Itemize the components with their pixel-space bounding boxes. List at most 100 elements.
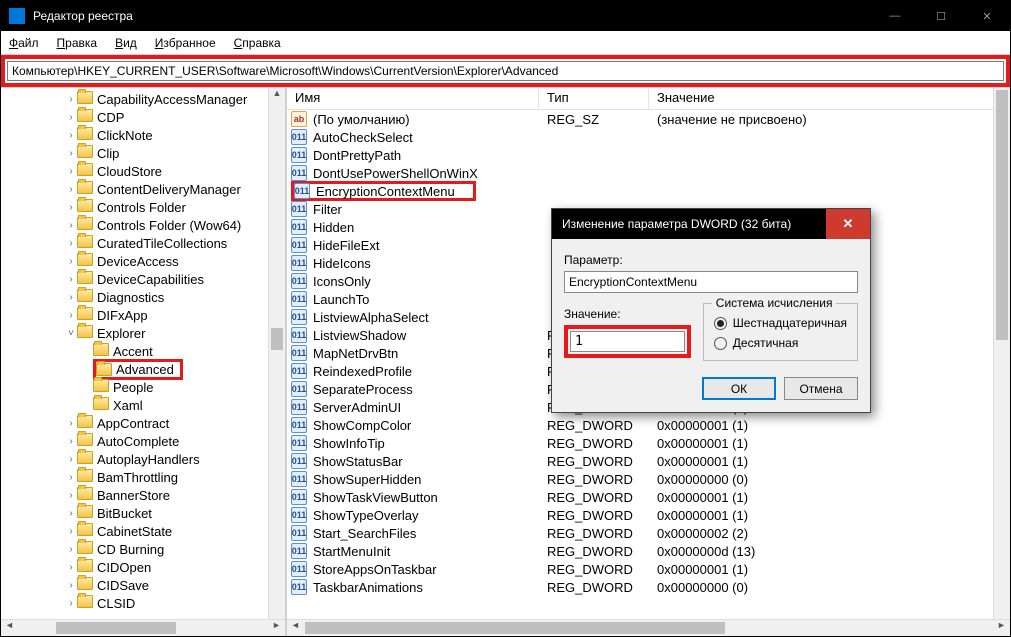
tree-item[interactable]: ›AppContract	[1, 414, 285, 432]
tree-item[interactable]: ›CIDOpen	[1, 558, 285, 576]
menu-favorites[interactable]: Избранное	[155, 36, 216, 50]
chevron-right-icon[interactable]: ›	[65, 562, 77, 573]
registry-value-row[interactable]: 011ShowInfoTipREG_DWORD0x00000001 (1)	[287, 434, 1010, 452]
chevron-right-icon[interactable]: ›	[65, 112, 77, 123]
scrollbar-thumb[interactable]	[271, 328, 283, 350]
registry-value-row[interactable]: 011EncryptionContextMenu	[287, 182, 1010, 200]
list-vscrollbar[interactable]	[993, 88, 1010, 636]
chevron-right-icon[interactable]: ›	[65, 418, 77, 429]
maximize-button[interactable]: ☐	[918, 1, 964, 31]
ok-button[interactable]: ОК	[702, 377, 776, 400]
dialog-titlebar[interactable]: Изменение параметра DWORD (32 бита) ✕	[552, 209, 870, 239]
scrollbar-thumb[interactable]	[56, 622, 176, 634]
menu-file[interactable]: Файл	[9, 36, 39, 50]
chevron-right-icon[interactable]: ›	[65, 148, 77, 159]
chevron-right-icon[interactable]: ›	[65, 274, 77, 285]
tree-item[interactable]: Advanced	[1, 360, 285, 378]
chevron-right-icon[interactable]: ›	[65, 310, 77, 321]
param-name-input[interactable]	[564, 271, 858, 293]
chevron-right-icon[interactable]: ›	[65, 166, 77, 177]
window-close-button[interactable]: ✕	[964, 1, 1010, 31]
chevron-right-icon[interactable]: ›	[65, 130, 77, 141]
menu-help[interactable]: Справка	[234, 36, 281, 50]
chevron-right-icon[interactable]: ›	[65, 472, 77, 483]
tree-item[interactable]: ›ContentDeliveryManager	[1, 180, 285, 198]
chevron-down-icon[interactable]: ˅	[65, 328, 77, 339]
radix-hex-option[interactable]: Шестнадцатеричная	[714, 316, 847, 330]
chevron-right-icon[interactable]: ›	[65, 292, 77, 303]
chevron-right-icon[interactable]: ›	[65, 598, 77, 609]
minimize-button[interactable]: —	[872, 1, 918, 31]
registry-value-row[interactable]: 011TaskbarAnimationsREG_DWORD0x00000000 …	[287, 578, 1010, 596]
dialog-close-button[interactable]: ✕	[826, 209, 870, 239]
tree-item[interactable]: ›AutoComplete	[1, 432, 285, 450]
chevron-right-icon[interactable]: ›	[65, 256, 77, 267]
registry-value-row[interactable]: 011AutoCheckSelect	[287, 128, 1010, 146]
tree-item[interactable]: ›BannerStore	[1, 486, 285, 504]
tree-body[interactable]: ›CapabilityAccessManager›CDP›ClickNote›C…	[1, 88, 285, 619]
tree-item[interactable]: People	[1, 378, 285, 396]
registry-value-row[interactable]: 011ShowTaskViewButtonREG_DWORD0x00000001…	[287, 488, 1010, 506]
tree-item[interactable]: ›Clip	[1, 144, 285, 162]
value-input[interactable]	[570, 331, 685, 352]
chevron-right-icon[interactable]: ›	[65, 508, 77, 519]
tree-item[interactable]: Xaml	[1, 396, 285, 414]
list-hscrollbar[interactable]: ◄ ►	[287, 619, 1010, 636]
menu-view[interactable]: Вид	[115, 36, 137, 50]
titlebar[interactable]: Редактор реестра — ☐ ✕	[1, 1, 1010, 31]
chevron-right-icon[interactable]: ›	[65, 454, 77, 465]
chevron-right-icon[interactable]: ›	[65, 220, 77, 231]
tree-item[interactable]: ˅Explorer	[1, 324, 285, 342]
tree-item[interactable]: ›CuratedTileCollections	[1, 234, 285, 252]
tree-item[interactable]: ›Controls Folder (Wow64)	[1, 216, 285, 234]
chevron-right-icon[interactable]: ›	[65, 436, 77, 447]
tree-hscrollbar[interactable]: ◄ ►	[1, 619, 285, 636]
tree-item[interactable]: ›BitBucket	[1, 504, 285, 522]
registry-value-row[interactable]: 011ShowSuperHiddenREG_DWORD0x00000000 (0…	[287, 470, 1010, 488]
registry-value-row[interactable]: 011DontUsePowerShellOnWinX	[287, 164, 1010, 182]
tree-vscrollbar[interactable]: ▲ ▼	[268, 88, 285, 636]
chevron-right-icon[interactable]: ›	[65, 544, 77, 555]
chevron-right-icon[interactable]: ›	[65, 184, 77, 195]
tree-item[interactable]: ›Controls Folder	[1, 198, 285, 216]
tree-item[interactable]: ›ClickNote	[1, 126, 285, 144]
chevron-right-icon[interactable]: ›	[65, 202, 77, 213]
tree-item[interactable]: ›CDP	[1, 108, 285, 126]
chevron-right-icon[interactable]: ›	[65, 490, 77, 501]
col-value[interactable]: Значение	[649, 88, 1010, 109]
address-input[interactable]	[7, 61, 1004, 81]
radix-dec-option[interactable]: Десятичная	[714, 336, 847, 350]
chevron-right-icon[interactable]: ›	[65, 238, 77, 249]
tree-item[interactable]: ›BamThrottling	[1, 468, 285, 486]
tree-item[interactable]: ›CIDSave	[1, 576, 285, 594]
registry-value-row[interactable]: 011ShowStatusBarREG_DWORD0x00000001 (1)	[287, 452, 1010, 470]
folder-icon	[77, 127, 93, 140]
cancel-button[interactable]: Отмена	[784, 377, 858, 400]
registry-value-row[interactable]: 011Start_SearchFilesREG_DWORD0x00000002 …	[287, 524, 1010, 542]
registry-value-row[interactable]: 011StartMenuInitREG_DWORD0x0000000d (13)	[287, 542, 1010, 560]
tree-item[interactable]: ›CapabilityAccessManager	[1, 90, 285, 108]
tree-item[interactable]: ›CD Burning	[1, 540, 285, 558]
tree-item[interactable]: ›AutoplayHandlers	[1, 450, 285, 468]
registry-value-row[interactable]: ab(По умолчанию)REG_SZ(значение не присв…	[287, 110, 1010, 128]
col-type[interactable]: Тип	[539, 88, 649, 109]
tree-item[interactable]: ›CLSID	[1, 594, 285, 612]
tree-item[interactable]: ›DeviceCapabilities	[1, 270, 285, 288]
menu-edit[interactable]: Правка	[57, 36, 98, 50]
registry-value-row[interactable]: 011ShowCompColorREG_DWORD0x00000001 (1)	[287, 416, 1010, 434]
registry-value-row[interactable]: 011ShowTypeOverlayREG_DWORD0x00000001 (1…	[287, 506, 1010, 524]
tree-item[interactable]: ›CloudStore	[1, 162, 285, 180]
scrollbar-thumb[interactable]	[996, 90, 1008, 340]
tree-item[interactable]: ›DIFxApp	[1, 306, 285, 324]
chevron-right-icon[interactable]: ›	[65, 526, 77, 537]
scrollbar-thumb[interactable]	[305, 622, 725, 634]
tree-item[interactable]: ›CabinetState	[1, 522, 285, 540]
registry-value-row[interactable]: 011DontPrettyPath	[287, 146, 1010, 164]
tree-item[interactable]: Accent	[1, 342, 285, 360]
col-name[interactable]: Имя	[287, 88, 539, 109]
chevron-right-icon[interactable]: ›	[65, 94, 77, 105]
tree-item[interactable]: ›DeviceAccess	[1, 252, 285, 270]
chevron-right-icon[interactable]: ›	[65, 580, 77, 591]
tree-item[interactable]: ›Diagnostics	[1, 288, 285, 306]
registry-value-row[interactable]: 011StoreAppsOnTaskbarREG_DWORD0x00000001…	[287, 560, 1010, 578]
